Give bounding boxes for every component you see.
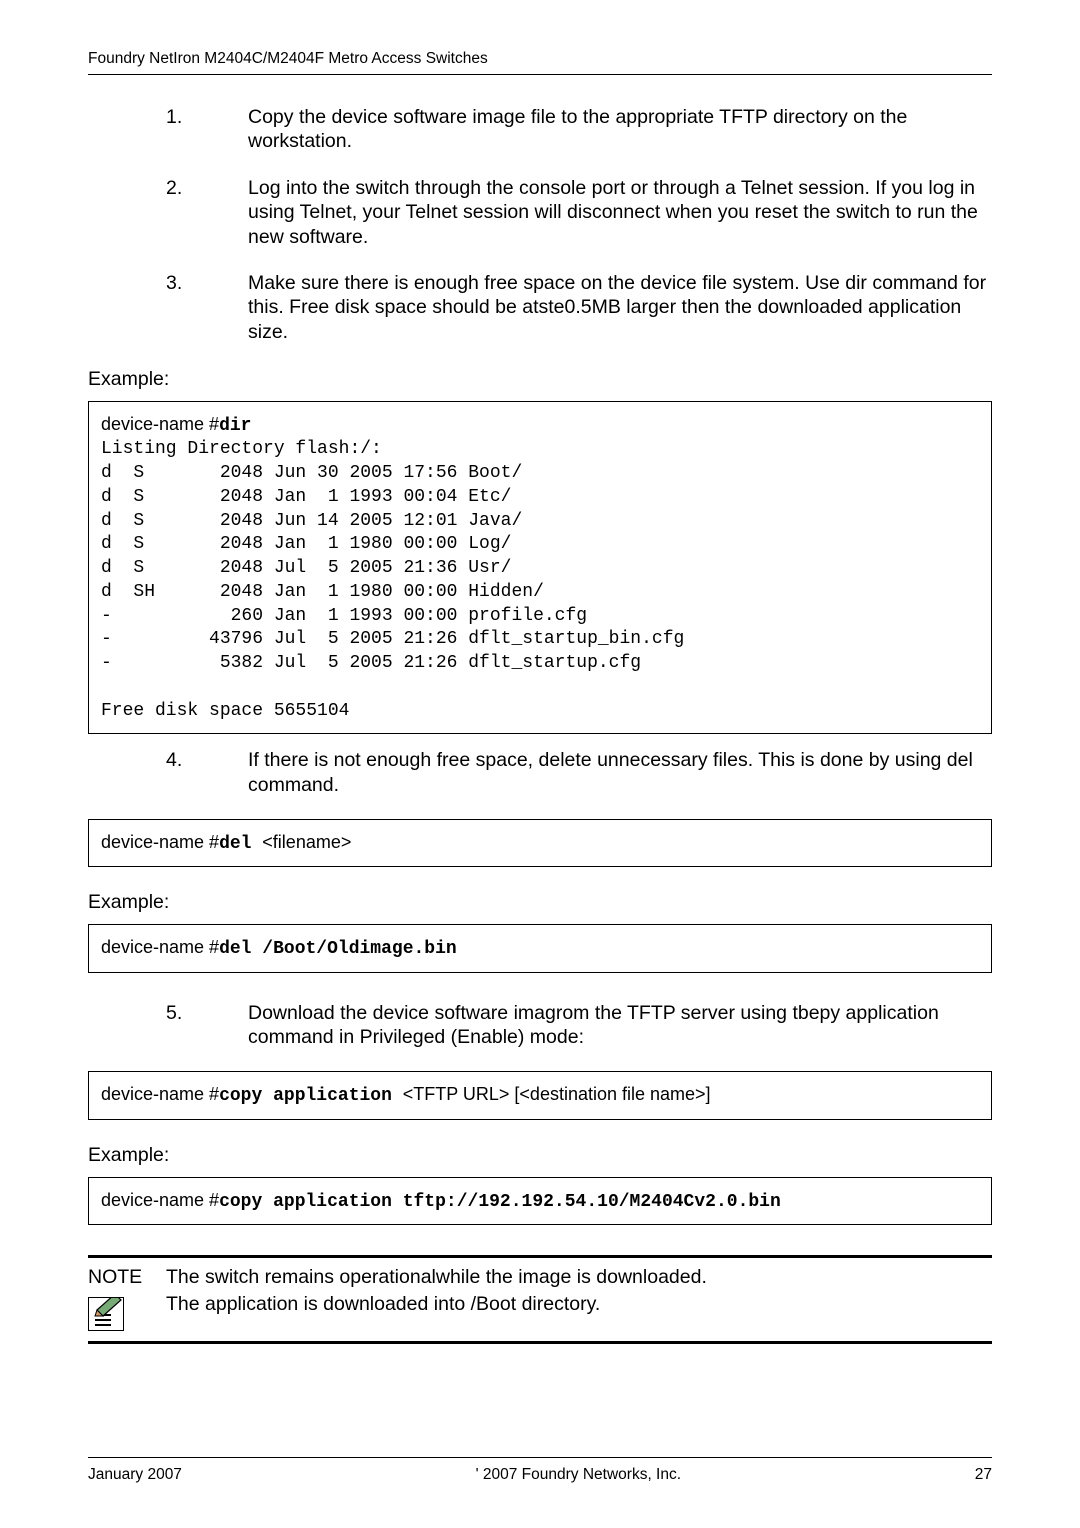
step-number: 1.: [166, 105, 248, 154]
step-text: Copy the device software image file to t…: [248, 105, 992, 154]
list-item: 3. Make sure there is enough free space …: [166, 271, 992, 344]
cli-arg: <filename>: [262, 832, 351, 852]
note-row: The application is downloaded into /Boot…: [88, 1291, 992, 1331]
header-rule: [88, 74, 992, 75]
step-text: If there is not enough free space, delet…: [248, 748, 992, 797]
note-line-2: The application is downloaded into /Boot…: [166, 1291, 600, 1331]
cli-prompt: device-name #: [101, 414, 219, 434]
cli-command: del /Boot/Oldimage.bin: [219, 939, 457, 959]
code-box-copy-syntax: device-name #copy application <TFTP URL>…: [88, 1071, 992, 1119]
footer-rule: [88, 1457, 992, 1458]
cli-command: del: [219, 834, 262, 854]
step-list-top: 1. Copy the device software image file t…: [166, 105, 992, 344]
code-box-del-syntax: device-name #del <filename>: [88, 819, 992, 867]
cli-arg: <TFTP URL> [<destination file name>]: [403, 1084, 711, 1104]
footer-row: January 2007 ' 2007 Foundry Networks, In…: [88, 1466, 992, 1484]
step-list-5: 5. Download the device software imagrom …: [166, 1001, 992, 1050]
cli-command: copy application tftp://192.192.54.10/M2…: [219, 1192, 781, 1212]
document-page: Foundry NetIron M2404C/M2404F Metro Acce…: [0, 0, 1080, 1528]
step-number: 5.: [166, 1001, 248, 1050]
note-block: NOTE The switch remains operationalwhile…: [88, 1255, 992, 1344]
example-label: Example:: [88, 1144, 992, 1167]
step-list-4: 4. If there is not enough free space, de…: [166, 748, 992, 797]
example-label: Example:: [88, 368, 992, 391]
notepad-icon: [88, 1297, 124, 1331]
example-label: Example:: [88, 891, 992, 914]
cli-command: dir: [219, 416, 251, 436]
note-icon-cell: [88, 1291, 166, 1331]
cli-command: copy application: [219, 1086, 403, 1106]
footer-date: January 2007: [88, 1466, 182, 1484]
page-footer: January 2007 ' 2007 Foundry Networks, In…: [88, 1457, 992, 1484]
step-number: 2.: [166, 176, 248, 249]
note-tag: NOTE: [88, 1264, 166, 1291]
list-item: 1. Copy the device software image file t…: [166, 105, 992, 154]
note-row: NOTE The switch remains operationalwhile…: [88, 1264, 992, 1291]
code-box-copy-example: device-name #copy application tftp://192…: [88, 1177, 992, 1225]
note-rule-top: [88, 1255, 992, 1258]
step-text: Download the device software imagrom the…: [248, 1001, 992, 1050]
step-number: 3.: [166, 271, 248, 344]
cli-output: Listing Directory flash:/: d S 2048 Jun …: [101, 438, 979, 723]
cli-prompt: device-name #: [101, 832, 219, 852]
code-box-del-example: device-name #del /Boot/Oldimage.bin: [88, 924, 992, 972]
note-line-1: The switch remains operationalwhile the …: [166, 1264, 707, 1291]
running-header: Foundry NetIron M2404C/M2404F Metro Acce…: [88, 50, 992, 68]
step-text: Log into the switch through the console …: [248, 176, 992, 249]
list-item: 4. If there is not enough free space, de…: [166, 748, 992, 797]
footer-copyright: ' 2007 Foundry Networks, Inc.: [476, 1466, 681, 1484]
list-item: 2. Log into the switch through the conso…: [166, 176, 992, 249]
cli-prompt: device-name #: [101, 937, 219, 957]
cli-prompt: device-name #: [101, 1084, 219, 1104]
note-rule-bottom: [88, 1341, 992, 1344]
step-text: Make sure there is enough free space on …: [248, 271, 992, 344]
cli-prompt: device-name #: [101, 1190, 219, 1210]
list-item: 5. Download the device software imagrom …: [166, 1001, 992, 1050]
footer-page-number: 27: [975, 1466, 992, 1484]
code-box-dir: device-name #dir Listing Directory flash…: [88, 401, 992, 734]
step-number: 4.: [166, 748, 248, 797]
